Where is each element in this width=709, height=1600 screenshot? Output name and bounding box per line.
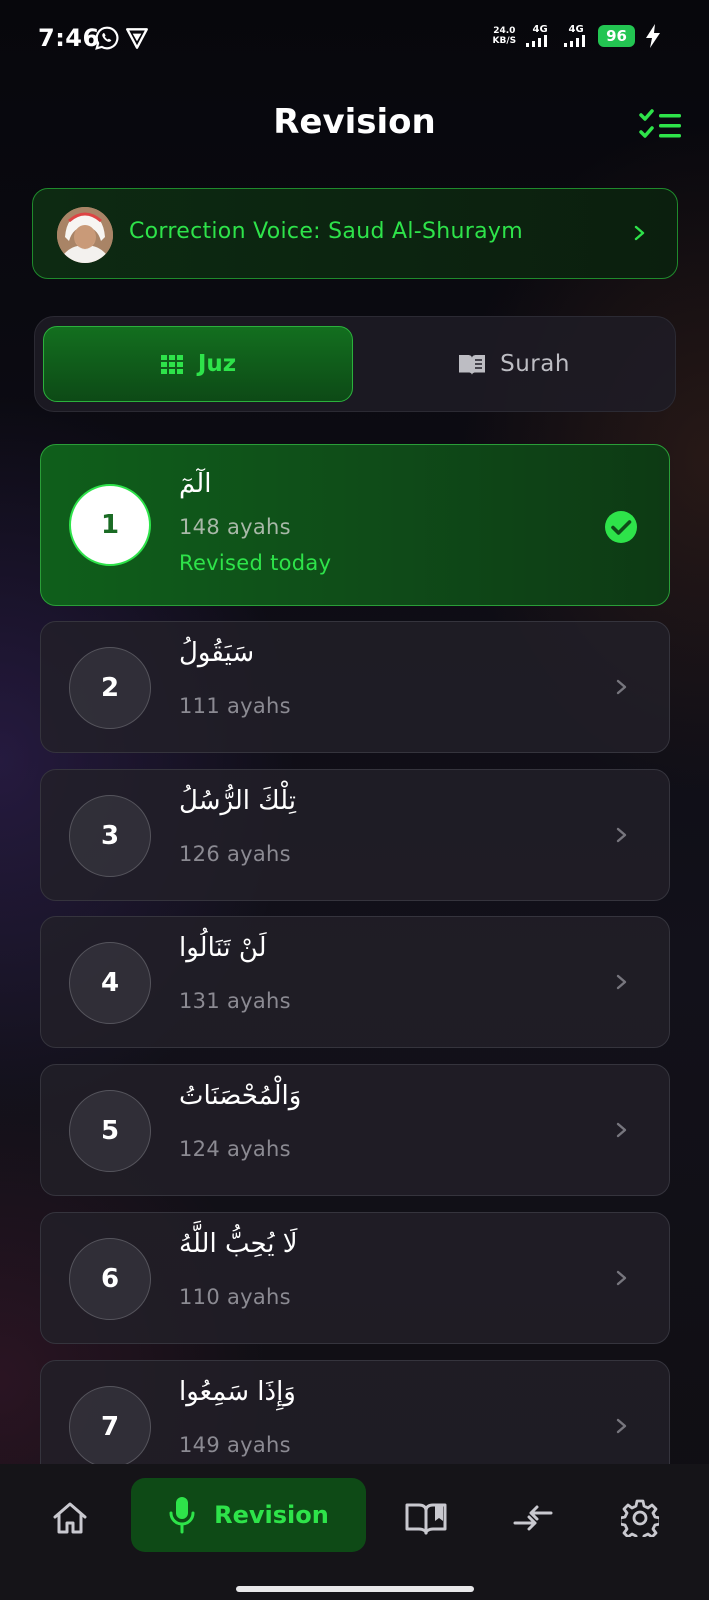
check-circle-icon: [605, 511, 637, 543]
juz-number-badge: 7: [69, 1386, 151, 1464]
microphone-icon: [169, 1497, 195, 1534]
nav-compare[interactable]: [503, 1490, 563, 1546]
charging-bolt-icon: [646, 24, 660, 48]
juz-row-6[interactable]: 6 لَا يُحِبُّ اللَّهُ 110 ayahs: [40, 1212, 670, 1344]
juz-ayah-count: 149 ayahs: [179, 1433, 291, 1457]
juz-arabic-name: تِلْكَ الرُّسُلُ: [179, 786, 296, 816]
nav-home[interactable]: [40, 1490, 100, 1546]
compare-arrows-icon: [513, 1505, 553, 1531]
juz-row-4[interactable]: 4 لَنْ تَنَالُوا 131 ayahs: [40, 916, 670, 1048]
nav-revision-label: Revision: [214, 1501, 329, 1529]
chevron-right-icon: [616, 827, 627, 843]
juz-row-1[interactable]: 1 الٓمٓ 148 ayahs Revised today: [40, 444, 670, 606]
bottom-navigation: Revision: [0, 1464, 709, 1600]
checklist-icon[interactable]: [639, 108, 683, 144]
grid-icon: [160, 355, 183, 374]
chevron-right-icon: [616, 1122, 627, 1138]
juz-row-5[interactable]: 5 وَالْمُحْصَنَاتُ 124 ayahs: [40, 1064, 670, 1196]
tab-surah-label: Surah: [500, 351, 570, 377]
juz-row-3[interactable]: 3 تِلْكَ الرُّسُلُ 126 ayahs: [40, 769, 670, 901]
correction-voice-selector[interactable]: Correction Voice: Saud Al-Shuraym: [32, 188, 678, 279]
net-speed: 24.0 KB/S: [493, 26, 517, 46]
reciter-photo: [57, 207, 113, 263]
juz-arabic-name: الٓمٓ: [179, 469, 212, 499]
nav-settings[interactable]: [610, 1490, 670, 1546]
chevron-right-icon: [634, 225, 645, 241]
juz-number-badge: 3: [69, 795, 151, 877]
chevron-right-icon: [616, 1418, 627, 1434]
nav-reading[interactable]: [396, 1490, 456, 1546]
juz-row-7[interactable]: 7 وَإِذَا سَمِعُوا 149 ayahs: [40, 1360, 670, 1464]
signal-1-label: 4G: [532, 24, 548, 35]
chevron-right-icon: [616, 974, 627, 990]
juz-number-badge: 5: [69, 1090, 151, 1172]
net-speed-unit: KB/S: [492, 36, 517, 46]
juz-arabic-name: لَنْ تَنَالُوا: [179, 933, 267, 963]
home-indicator[interactable]: [236, 1586, 474, 1592]
home-icon: [53, 1502, 87, 1534]
status-indicators: 24.0 KB/S 4G 4G 96: [493, 24, 661, 48]
view-toggle: Juz Surah: [34, 316, 676, 412]
book-open-icon: [405, 1503, 447, 1535]
juz-arabic-name: لَا يُحِبُّ اللَّهُ: [179, 1229, 298, 1259]
signal-bars-icon: [564, 35, 586, 47]
signal-2: 4G: [564, 25, 588, 47]
book-icon: [459, 355, 486, 375]
juz-arabic-name: وَالْمُحْصَنَاتُ: [179, 1081, 302, 1111]
correction-voice-label: Correction Voice: Saud Al-Shuraym: [129, 219, 523, 244]
chevron-right-icon: [616, 1270, 627, 1286]
signal-1: 4G: [526, 25, 554, 47]
nav-revision[interactable]: Revision: [131, 1478, 366, 1552]
juz-ayah-count: 110 ayahs: [179, 1285, 291, 1309]
net-speed-value: 24.0: [493, 26, 516, 36]
tab-surah[interactable]: Surah: [361, 326, 667, 402]
juz-row-2[interactable]: 2 سَيَقُولُ 111 ayahs: [40, 621, 670, 753]
juz-ayah-count: 124 ayahs: [179, 1137, 291, 1161]
juz-arabic-name: سَيَقُولُ: [179, 638, 255, 668]
reciter-avatar: [57, 207, 113, 263]
juz-ayah-count: 148 ayahs: [179, 515, 291, 539]
battery-level: 96: [598, 25, 635, 47]
juz-number-badge: 4: [69, 942, 151, 1024]
status-time: 7:46: [38, 24, 100, 52]
signal-bars-icon: [526, 35, 548, 47]
juz-list: 1 الٓمٓ 148 ayahs Revised today 2 سَيَقُ…: [40, 444, 670, 1464]
juz-revised-status: Revised today: [179, 551, 332, 575]
juz-number-badge: 2: [69, 647, 151, 729]
signal-2-label: 4G: [568, 24, 584, 35]
settings-gear-icon: [621, 1499, 659, 1537]
juz-ayah-count: 111 ayahs: [179, 694, 291, 718]
tab-juz-label: Juz: [197, 351, 237, 377]
whatsapp-icon: [95, 26, 119, 50]
juz-number-badge: 1: [69, 484, 151, 566]
juz-ayah-count: 126 ayahs: [179, 842, 291, 866]
chevron-right-icon: [616, 679, 627, 695]
vpn-shield-icon: [126, 28, 148, 49]
status-bar: 7:46 24.0 KB/S 4G 4G 96: [0, 0, 709, 78]
page-title: Revision: [273, 102, 436, 142]
juz-arabic-name: وَإِذَا سَمِعُوا: [179, 1377, 296, 1407]
juz-number-badge: 6: [69, 1238, 151, 1320]
tab-juz[interactable]: Juz: [43, 326, 353, 402]
juz-ayah-count: 131 ayahs: [179, 989, 291, 1013]
